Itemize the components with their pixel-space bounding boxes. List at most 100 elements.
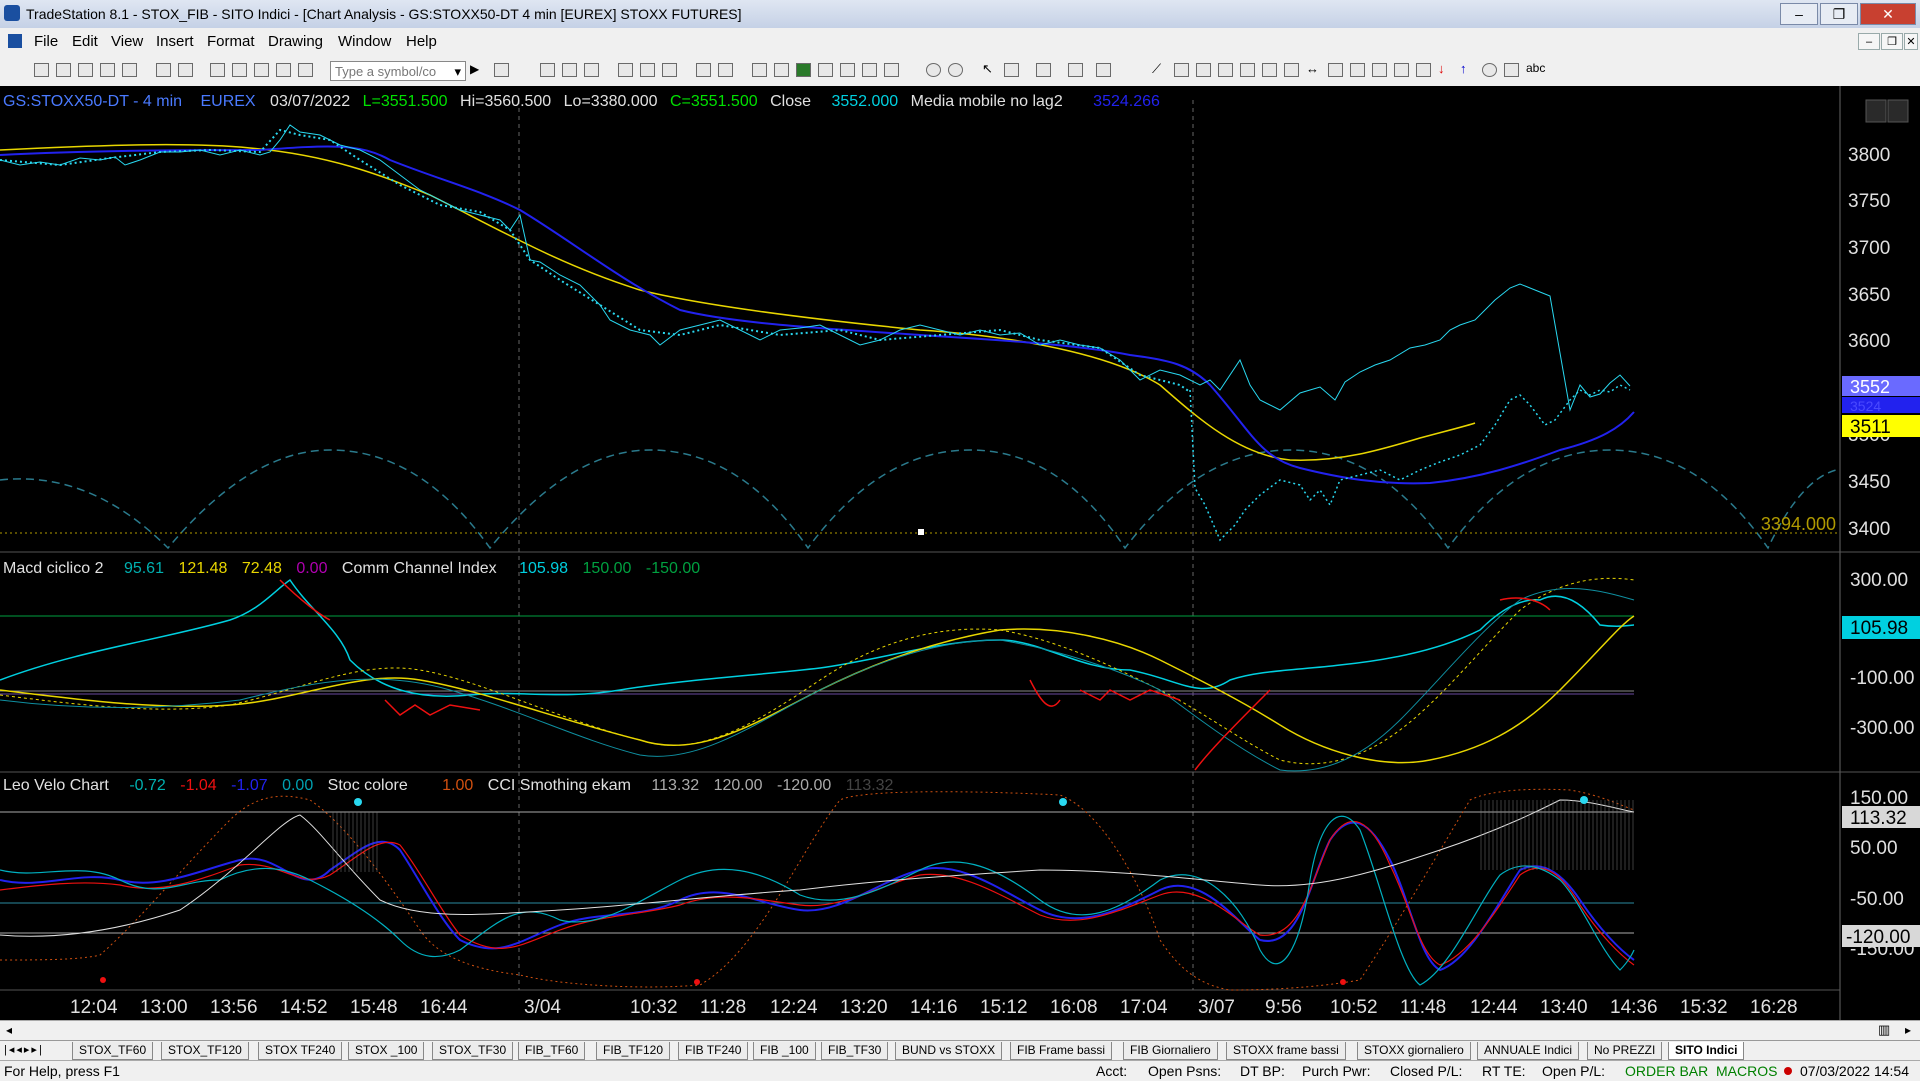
menu-drawing[interactable]: Drawing: [268, 33, 323, 50]
sheet-icon[interactable]: [540, 63, 555, 77]
open-icon[interactable]: [56, 63, 71, 77]
tab-stox-tf60[interactable]: STOX_TF60: [72, 1042, 154, 1060]
trendline-icon[interactable]: ⟋: [1152, 61, 1167, 76]
tab-stoxx-frame-bassi[interactable]: STOXX frame bassi: [1226, 1042, 1346, 1060]
horizontal-scrollbar[interactable]: ◂ ▥ ▸: [0, 1020, 1920, 1041]
tab-stox-tf240[interactable]: STOX TF240: [258, 1042, 343, 1060]
tab-stox-tf30[interactable]: STOX_TF30: [432, 1042, 514, 1060]
minimize-button[interactable]: –: [1780, 3, 1818, 25]
tab-fib-tf120[interactable]: FIB_TF120: [596, 1042, 671, 1060]
fib-retracement-icon[interactable]: [1218, 63, 1233, 77]
tab-fib-tf240[interactable]: FIB TF240: [678, 1042, 749, 1060]
fib-arc-icon[interactable]: [1350, 63, 1365, 77]
clip-icon[interactable]: [1096, 63, 1111, 77]
zoom-in-icon[interactable]: [926, 63, 941, 77]
find-symbol-icon[interactable]: [494, 63, 509, 77]
lock-icon[interactable]: [254, 63, 269, 77]
network-icon[interactable]: [298, 63, 313, 77]
folder-icon[interactable]: [122, 63, 137, 77]
window-tile-icon[interactable]: [696, 63, 711, 77]
arrow-both-icon[interactable]: ↔: [1306, 61, 1321, 76]
bar-interval-icon[interactable]: [818, 63, 833, 77]
close-button[interactable]: ✕: [1860, 3, 1916, 25]
pointer-icon[interactable]: ↖: [982, 61, 997, 76]
play-icon[interactable]: ▶: [470, 62, 485, 76]
rectangle-icon[interactable]: [1504, 63, 1519, 77]
format-icon[interactable]: [662, 63, 677, 77]
regression-icon[interactable]: [1372, 63, 1387, 77]
tab-stox-tf120[interactable]: STOX_TF120: [161, 1042, 249, 1060]
new-window-icon[interactable]: [100, 63, 115, 77]
vertical-lines-icon[interactable]: [1174, 63, 1189, 77]
bar-spacing-icon[interactable]: [840, 63, 855, 77]
tab-fib-tf30[interactable]: FIB_TF30: [821, 1042, 889, 1060]
tab-fib-100[interactable]: FIB _100: [753, 1042, 816, 1060]
symbol-input[interactable]: Type a symbol/co ▾: [330, 61, 466, 81]
chart-canvas[interactable]: GS:STOXX50-DT - 4 min EUREX 03/07/2022 L…: [0, 86, 1920, 1020]
tab-fib-giornaliero[interactable]: FIB Giornaliero: [1123, 1042, 1218, 1060]
scroll-end-icon[interactable]: [884, 63, 899, 77]
ellipse-icon[interactable]: [1482, 63, 1497, 77]
table-icon[interactable]: [584, 63, 599, 77]
menu-insert[interactable]: Insert: [156, 33, 194, 50]
tab-fib-frame-bassi[interactable]: FIB Frame bassi: [1010, 1042, 1113, 1060]
pencil-icon[interactable]: [1394, 63, 1409, 77]
tab-no-prezzi[interactable]: No PREZZI: [1587, 1042, 1663, 1060]
hammer-icon[interactable]: [1036, 63, 1051, 77]
macros-button[interactable]: MACROS: [1716, 1063, 1777, 1079]
tab-stox-100[interactable]: STOX _100: [348, 1042, 425, 1060]
speed-lines-icon[interactable]: [1240, 63, 1255, 77]
pane-minimize-button[interactable]: [1865, 99, 1887, 123]
scroll-thumb-icon[interactable]: ▥: [1878, 1022, 1890, 1038]
chart-type-icon[interactable]: [796, 63, 811, 77]
menu-edit[interactable]: Edit: [72, 33, 98, 50]
tools-icon[interactable]: [276, 63, 291, 77]
window-cascade-icon[interactable]: [718, 63, 733, 77]
menu-view[interactable]: View: [111, 33, 143, 50]
pane-maximize-button[interactable]: [1887, 99, 1909, 123]
gann-fan-icon[interactable]: [1262, 63, 1277, 77]
tab-fib-tf60[interactable]: FIB_TF60: [518, 1042, 586, 1060]
chevron-down-icon[interactable]: ▾: [454, 64, 461, 80]
copy-icon[interactable]: [232, 63, 247, 77]
maximize-button[interactable]: ❐: [1820, 3, 1858, 25]
mdi-restore-button[interactable]: ❐: [1881, 33, 1903, 50]
time-zones-icon[interactable]: [1284, 63, 1299, 77]
indicator-icon[interactable]: [752, 63, 767, 77]
menu-window[interactable]: Window: [338, 33, 391, 50]
save-icon[interactable]: [156, 63, 171, 77]
strategy-icon[interactable]: [774, 63, 789, 77]
order-bar-button[interactable]: ORDER BAR: [1625, 1063, 1708, 1079]
mdi-minimize-button[interactable]: –: [1858, 33, 1880, 50]
menu-format[interactable]: Format: [207, 33, 255, 50]
link-icon[interactable]: [618, 63, 633, 77]
open-workspace-icon[interactable]: [78, 63, 93, 77]
arrow-up-icon[interactable]: ↑: [1460, 61, 1475, 76]
data-window-icon[interactable]: [1068, 63, 1083, 77]
arrow-down-icon[interactable]: ↓: [1438, 61, 1453, 76]
channel-icon[interactable]: [1328, 63, 1343, 77]
refresh-icon[interactable]: [640, 63, 655, 77]
scroll-left-icon[interactable]: ◂: [6, 1023, 12, 1037]
mdi-close-button[interactable]: ✕: [1904, 33, 1918, 50]
zoom-out-icon[interactable]: [948, 63, 963, 77]
new-icon[interactable]: [34, 63, 49, 77]
scroll-right-icon[interactable]: ▸: [1905, 1023, 1911, 1037]
tab-bund-vs-stoxx[interactable]: BUND vs STOXX: [895, 1042, 1003, 1060]
tab-sito-indici[interactable]: SITO Indici: [1668, 1042, 1745, 1060]
tab-nav-arrows-icon[interactable]: |◂◂▸▸|: [4, 1043, 44, 1056]
cut-icon[interactable]: [210, 63, 225, 77]
legend-price: GS:STOXX50-DT - 4 min EUREX 03/07/2022 L…: [3, 93, 1160, 110]
scroll-icon[interactable]: [862, 63, 877, 77]
menu-file[interactable]: File: [34, 33, 58, 50]
tab-annuale-indici[interactable]: ANNUALE Indici: [1477, 1042, 1580, 1060]
drag-icon[interactable]: [1004, 63, 1019, 77]
grid-icon[interactable]: [562, 63, 577, 77]
horizontal-lines-icon[interactable]: [1196, 63, 1211, 77]
tab-stoxx-giornaliero[interactable]: STOXX giornaliero: [1357, 1042, 1471, 1060]
curve-icon[interactable]: [1416, 63, 1431, 77]
print-icon[interactable]: [178, 63, 193, 77]
text-tool-icon[interactable]: abc: [1526, 61, 1552, 75]
menu-help[interactable]: Help: [406, 33, 437, 50]
chart-area[interactable]: GS:STOXX50-DT - 4 min EUREX 03/07/2022 L…: [0, 86, 1920, 1020]
